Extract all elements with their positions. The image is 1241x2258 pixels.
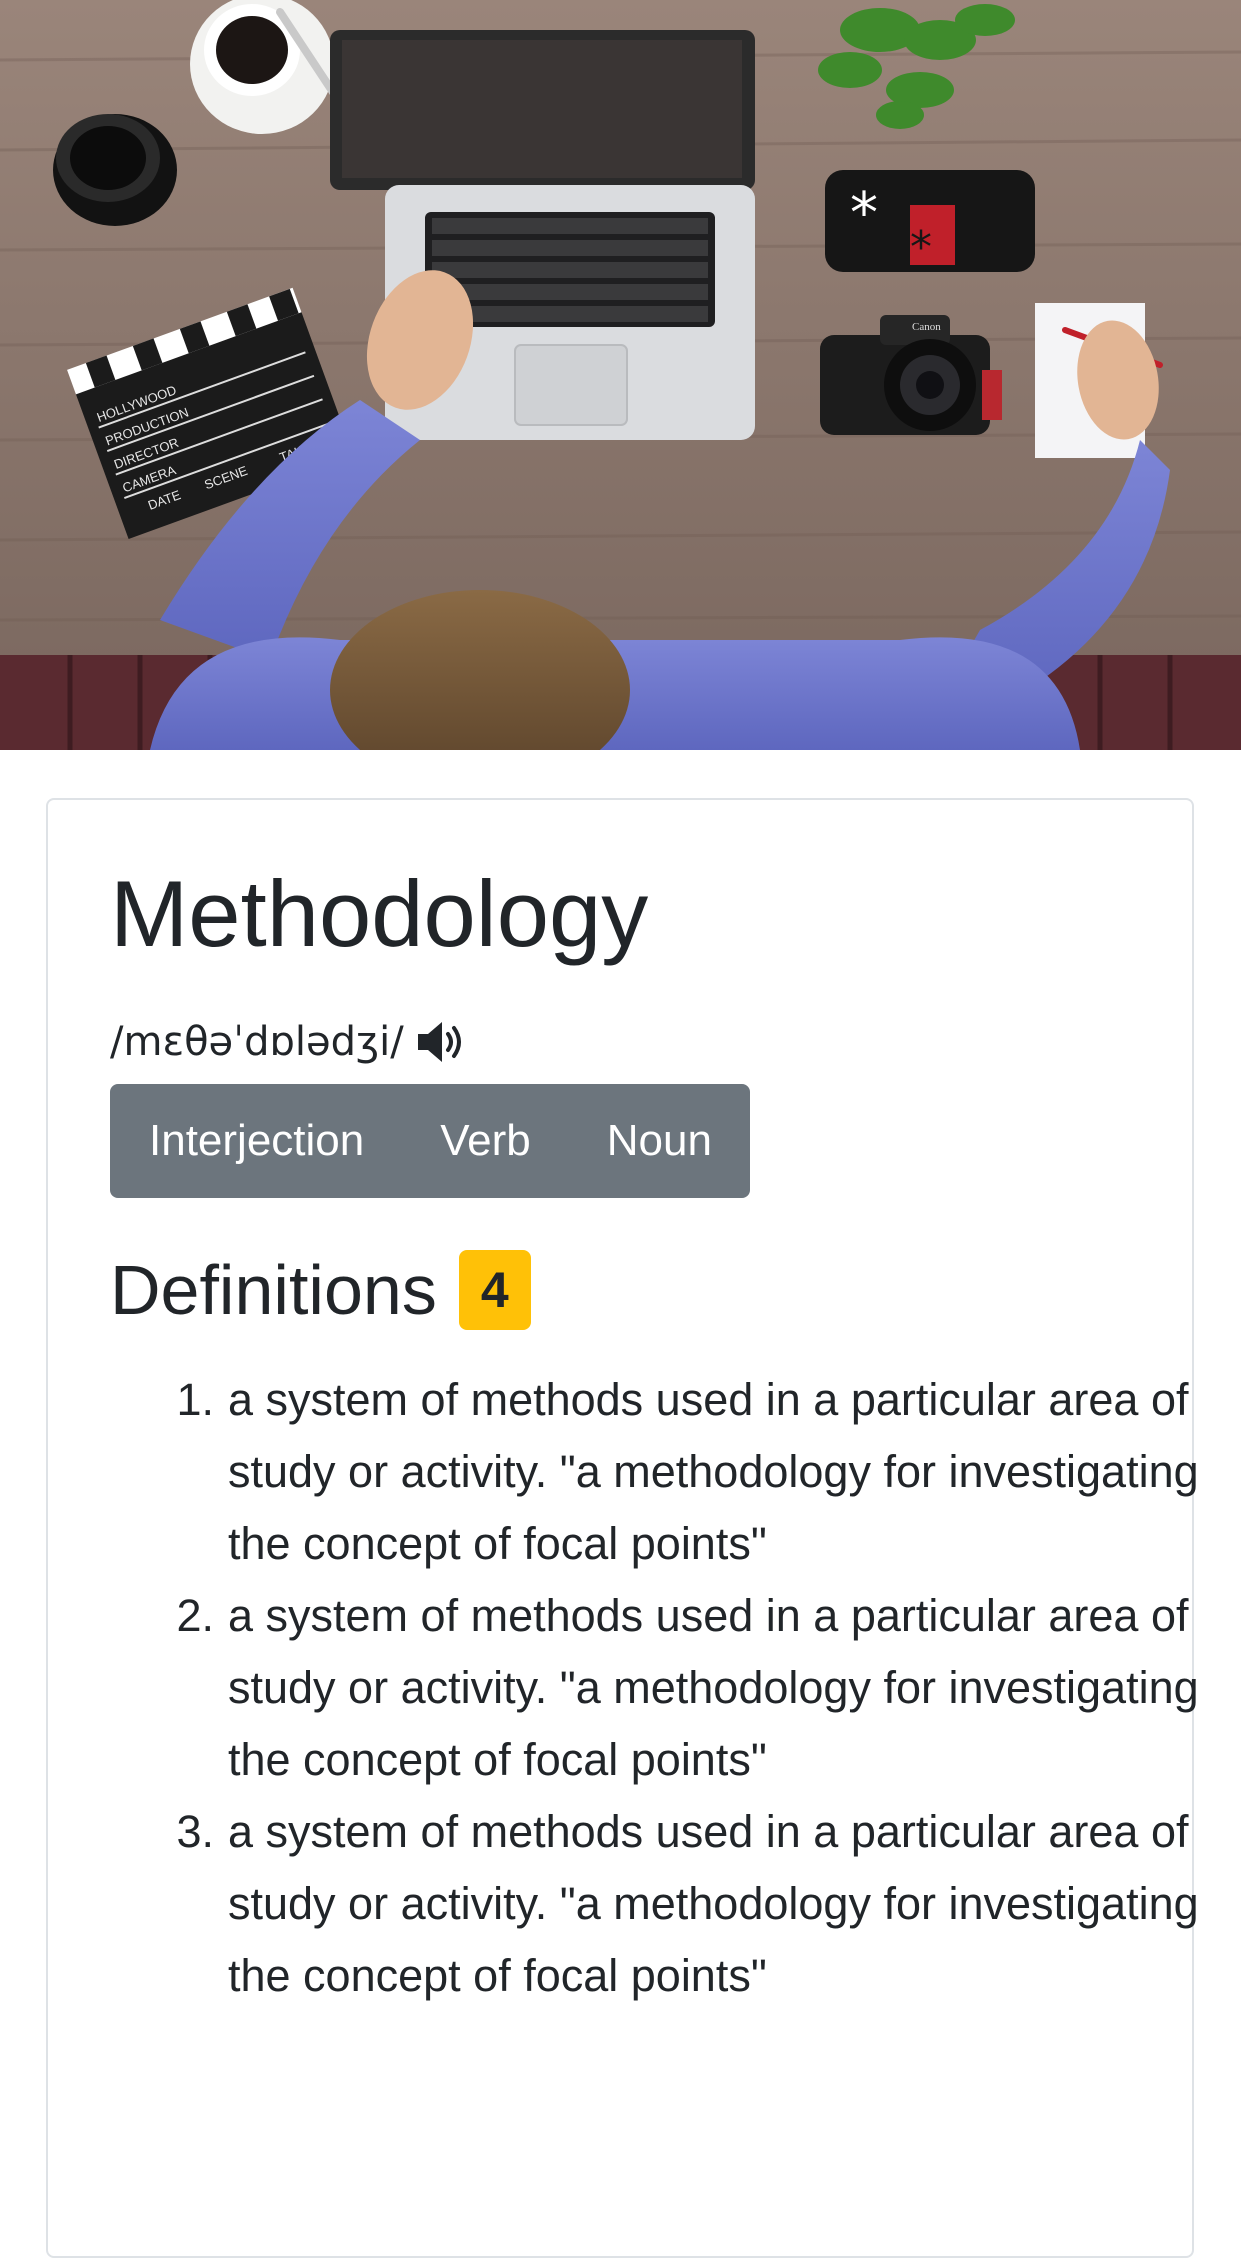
definition-text: a system of methods used in a particular… xyxy=(228,1590,1199,1785)
svg-text:*: * xyxy=(850,181,878,246)
word-title: Methodology xyxy=(110,861,649,966)
desk-scene-illustration: HOLLYWOOD PRODUCTION DIRECTOR CAMERA DAT… xyxy=(0,0,1241,750)
camera-brand: Canon xyxy=(912,321,941,333)
definition-text: a system of methods used in a particular… xyxy=(228,1806,1199,2001)
word-card: Methodology /mɛθəˈdɒlədʒi/ Interjection … xyxy=(46,798,1199,2258)
pos-button-noun[interactable]: Noun xyxy=(569,1084,750,1198)
definitions-heading: Definitions 4 xyxy=(110,1250,531,1330)
pos-button-verb[interactable]: Verb xyxy=(402,1084,569,1198)
svg-text:*: * xyxy=(910,222,932,273)
phonetic-row: /mɛθəˈdɒlədʒi/ xyxy=(110,1018,470,1066)
pos-button-interjection[interactable]: Interjection xyxy=(110,1084,402,1198)
definition-number: 1. xyxy=(176,1374,214,1425)
part-of-speech-button-group: Interjection Verb Noun xyxy=(110,1084,750,1198)
definition-text: a system of methods used in a particular… xyxy=(228,1374,1199,1569)
phonetic-text: /mɛθəˈdɒlədʒi/ xyxy=(110,1019,404,1065)
definitions-heading-text: Definitions xyxy=(110,1251,437,1329)
hero-image: HOLLYWOOD PRODUCTION DIRECTOR CAMERA DAT… xyxy=(0,0,1241,750)
definition-number: 2. xyxy=(176,1590,214,1641)
speaker-icon[interactable] xyxy=(414,1018,470,1066)
definition-number: 3. xyxy=(176,1806,214,1857)
definition-item: 3. a system of methods used in a particu… xyxy=(110,1796,1228,2012)
definitions-list: 1. a system of methods used in a particu… xyxy=(110,1364,1198,2012)
definitions-count-badge: 4 xyxy=(458,1250,531,1330)
definition-item: 2. a system of methods used in a particu… xyxy=(110,1580,1228,1796)
definition-item: 1. a system of methods used in a particu… xyxy=(110,1364,1228,1580)
